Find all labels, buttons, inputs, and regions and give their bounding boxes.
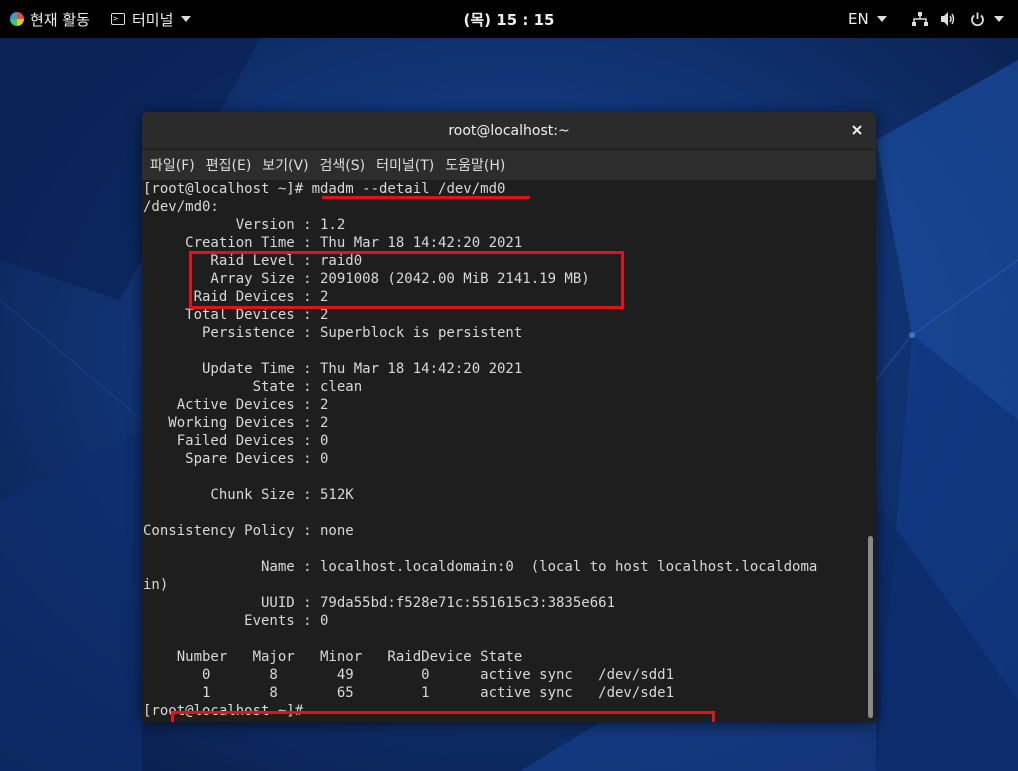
terminal-line: in) <box>143 577 169 593</box>
activities-icon <box>10 12 24 26</box>
menu-search[interactable]: 검색(S) <box>320 155 366 175</box>
power-icon <box>970 12 985 27</box>
activities-button[interactable]: 현재 활동 <box>10 0 90 38</box>
scrollbar-thumb[interactable] <box>868 536 873 718</box>
terminal-line: Active Devices : 2 <box>143 397 329 413</box>
network-icon <box>912 11 928 27</box>
top-bar: 현재 활동 > 터미널 (목) 15 : 15 EN <box>0 0 1018 38</box>
window-title: root@localhost:~ <box>448 122 570 139</box>
menu-view[interactable]: 보기(V) <box>262 155 308 175</box>
close-icon <box>852 125 862 135</box>
volume-icon <box>941 12 957 26</box>
prompt: [root@localhost ~]# <box>143 181 312 197</box>
menu-terminal[interactable]: 터미널(T) <box>376 155 434 175</box>
device-table-highlight <box>171 711 715 722</box>
input-source-label: EN <box>848 10 869 28</box>
terminal-output[interactable]: [root@localhost ~]# mdadm --detail /dev/… <box>142 180 876 722</box>
terminal-line: State : clean <box>143 379 363 395</box>
terminal-line: Version : 1.2 <box>143 217 346 233</box>
app-menu-label: 터미널 <box>132 10 174 29</box>
terminal-icon: > <box>111 13 125 25</box>
menu-file[interactable]: 파일(F) <box>150 155 195 175</box>
terminal-line: Number Major Minor RaidDevice State <box>143 649 523 665</box>
command-underline <box>322 196 530 199</box>
input-source-button[interactable]: EN <box>848 0 887 38</box>
terminal-line: Chunk Size : 512K <box>143 487 354 503</box>
chevron-down-icon <box>181 16 192 22</box>
app-menu-button[interactable]: > 터미널 <box>111 0 192 38</box>
terminal-line: /dev/md0: <box>143 199 219 215</box>
activities-label: 현재 활동 <box>30 10 90 29</box>
terminal-line: 1 8 65 1 active sync /dev/sde1 <box>143 685 675 701</box>
clock-label[interactable]: (목) 15 : 15 <box>464 9 555 30</box>
raid-info-highlight <box>189 251 624 309</box>
terminal-line: Consistency Policy : none <box>143 523 354 539</box>
terminal-window: root@localhost:~ 파일(F) 편집(E) 보기(V) 검색(S)… <box>142 112 876 722</box>
menu-help[interactable]: 도움말(H) <box>445 155 505 175</box>
terminal-line: Name : localhost.localdomain:0 (local to… <box>143 559 818 575</box>
terminal-line: Update Time : Thu Mar 18 14:42:20 2021 <box>143 361 523 377</box>
command: mdadm --detail /dev/md0 <box>311 181 506 197</box>
scrollbar[interactable] <box>865 180 873 722</box>
menu-edit[interactable]: 편집(E) <box>206 155 252 175</box>
window-titlebar[interactable]: root@localhost:~ <box>142 112 876 150</box>
terminal-line: 0 8 49 0 active sync /dev/sdd1 <box>143 667 675 683</box>
terminal-line: Failed Devices : 0 <box>143 433 329 449</box>
terminal-line: UUID : 79da55bd:f528e71c:551615c3:3835e6… <box>143 595 616 611</box>
close-button[interactable] <box>848 121 866 139</box>
system-menu-button[interactable] <box>912 0 1004 38</box>
terminal-line: Events : 0 <box>143 613 329 629</box>
terminal-line: Working Devices : 2 <box>143 415 329 431</box>
terminal-line: Persistence : Superblock is persistent <box>143 325 523 341</box>
chevron-down-icon <box>994 16 1004 22</box>
menu-bar: 파일(F) 편집(E) 보기(V) 검색(S) 터미널(T) 도움말(H) <box>142 150 876 180</box>
terminal-line: Spare Devices : 0 <box>143 451 329 467</box>
chevron-down-icon <box>876 16 887 22</box>
terminal-line: Creation Time : Thu Mar 18 14:42:20 2021 <box>143 235 523 251</box>
